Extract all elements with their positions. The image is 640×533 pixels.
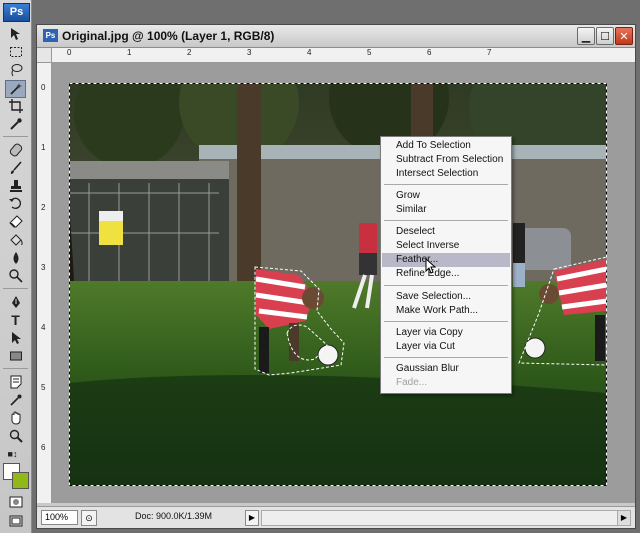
ruler-label: 3 [41,263,46,272]
ruler-label: 3 [247,48,252,57]
menu-item-subtract-from-selection[interactable]: Subtract From Selection [382,153,510,167]
eraser-tool-icon[interactable] [6,214,25,230]
ruler-label: 4 [41,323,46,332]
canvas-area[interactable] [52,63,635,503]
close-button[interactable]: ✕ [615,27,633,45]
scroll-right-icon[interactable]: ▶ [617,510,631,526]
zoom-level-field[interactable]: 100% [41,510,78,525]
menu-item-refine-edge[interactable]: Refine Edge... [382,267,510,281]
ruler-label: 2 [187,48,192,57]
horizontal-scrollbar[interactable] [261,510,619,526]
document-titlebar[interactable]: Ps Original.jpg @ 100% (Layer 1, RGB/8) … [37,25,635,48]
status-info-icon[interactable]: ⊙ [81,510,97,526]
menu-separator [384,184,508,185]
menu-item-gaussian-blur[interactable]: Gaussian Blur [382,362,510,376]
photo-canvas[interactable] [69,83,607,486]
ruler-label: 0 [67,48,72,57]
background-color-swatch[interactable] [12,472,29,489]
menu-item-feather[interactable]: Feather... [382,253,510,267]
brush-tool-icon[interactable] [6,160,25,176]
menu-item-fade: Fade... [396,377,428,388]
default-colors-icon[interactable]: ■↕ [3,446,22,462]
move-tool-icon[interactable] [6,26,25,42]
document-icon: Ps [43,29,58,42]
history-brush-tool-icon[interactable] [6,196,25,212]
pen-tool-icon[interactable] [6,294,25,310]
mouse-cursor-icon [425,258,437,274]
clone-stamp-tool-icon[interactable] [6,178,25,194]
minimize-button[interactable]: ▁ [577,27,595,45]
blur-tool-icon[interactable] [6,250,25,266]
ruler-label: 4 [307,48,312,57]
hand-tool-icon[interactable] [6,410,25,426]
type-tool-icon[interactable]: T [6,312,25,328]
shape-tool-icon[interactable] [6,348,25,364]
menu-item-save-selection[interactable]: Save Selection... [382,290,510,304]
document-title: Original.jpg @ 100% (Layer 1, RGB/8) [62,29,275,43]
ruler-label: 7 [487,48,492,57]
document-size-info: Doc: 900.0K/1.39M [135,511,213,521]
status-bar: 100% ⊙ Doc: 900.0K/1.39M ▶ ▶ [37,506,635,528]
menu-item-intersect-selection[interactable]: Intersect Selection [382,167,510,181]
vertical-ruler[interactable]: 0 1 2 3 4 5 6 [37,63,52,503]
path-selection-tool-icon[interactable] [6,330,25,346]
horizontal-ruler[interactable]: 0 1 2 3 4 5 6 7 [52,48,635,63]
ruler-label: 1 [41,143,46,152]
document-window: Ps Original.jpg @ 100% (Layer 1, RGB/8) … [36,24,636,529]
ruler-label: 2 [41,203,46,212]
menu-separator [384,357,508,358]
menu-item-deselect[interactable]: Deselect [382,225,510,239]
magic-wand-tool-icon[interactable] [5,80,26,98]
screen-mode-icon[interactable] [6,513,25,529]
crop-tool-icon[interactable] [6,98,25,114]
ruler-label: 6 [41,443,46,452]
menu-separator [384,285,508,286]
menu-separator [384,321,508,322]
marquee-tool-icon[interactable] [6,44,25,60]
maximize-button[interactable]: ☐ [596,27,614,45]
zoom-tool-icon[interactable] [6,428,25,444]
quick-mask-icon[interactable] [6,494,25,510]
menu-item-select-inverse[interactable]: Select Inverse [382,239,510,253]
paint-bucket-tool-icon[interactable] [6,232,25,248]
eyedropper-tool-icon[interactable] [6,116,25,132]
menu-item-make-work-path[interactable]: Make Work Path... [382,304,510,318]
lasso-tool-icon[interactable] [6,62,25,78]
photoshop-logo: Ps [3,3,30,22]
ruler-label: 0 [41,83,46,92]
menu-item-similar[interactable]: Similar [382,203,510,217]
ruler-label: 5 [41,383,46,392]
menu-separator [384,220,508,221]
dodge-tool-icon[interactable] [6,268,25,284]
menu-item-grow[interactable]: Grow [382,189,510,203]
ruler-label: 6 [427,48,432,57]
eyedropper-sample-tool-icon[interactable] [6,392,25,408]
status-menu-arrow-icon[interactable]: ▶ [245,510,259,526]
healing-brush-tool-icon[interactable] [6,142,25,158]
menu-item-layer-via-cut[interactable]: Layer via Cut [382,340,510,354]
menu-item-layer-via-copy[interactable]: Layer via Copy [382,326,510,340]
notes-tool-icon[interactable] [6,374,25,390]
ruler-label: 1 [127,48,132,57]
tools-panel: Ps T ■↕ [0,0,32,533]
ruler-origin[interactable] [37,48,52,63]
selection-context-menu: Add To Selection Subtract From Selection… [380,136,512,394]
menu-item-add-to-selection[interactable]: Add To Selection [382,139,510,153]
ruler-label: 5 [367,48,372,57]
